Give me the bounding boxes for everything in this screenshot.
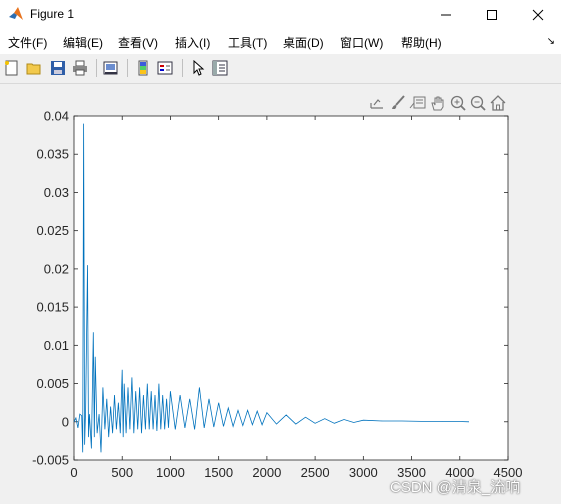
pan-icon <box>431 96 444 111</box>
y-tick-label: 0.02 <box>44 261 69 276</box>
y-tick-label: 0.035 <box>36 147 69 162</box>
y-tick-labels: -0.005 0 0.005 0.01 0.015 0.02 0.025 0.03 0.035 0… <box>32 109 69 468</box>
data-tips-button[interactable] <box>409 94 427 112</box>
zoom-in-icon <box>450 95 466 111</box>
axes-toolbar <box>368 94 508 114</box>
x-tick-label: 3000 <box>349 465 378 480</box>
x-tick-label: 2000 <box>252 465 281 480</box>
data-tips-icon <box>409 96 426 109</box>
x-tick-label: 2500 <box>301 465 330 480</box>
x-tick-label: 1500 <box>204 465 233 480</box>
axes-box <box>73 115 509 461</box>
watermark-text: CSDN @清泉_流响 <box>390 479 521 496</box>
y-tick-label: 0.01 <box>44 338 69 353</box>
y-tick-label: 0.03 <box>44 185 69 200</box>
y-tick-label: 0 <box>62 414 69 429</box>
brush-button[interactable] <box>389 94 407 112</box>
home-icon <box>490 95 506 111</box>
zoom-in-button[interactable] <box>449 94 467 112</box>
y-tick-label: 0.005 <box>36 376 69 391</box>
pan-button[interactable] <box>429 94 447 112</box>
export-button[interactable] <box>368 94 386 112</box>
y-tick-label: 0.04 <box>44 109 69 124</box>
restore-view-button[interactable] <box>489 94 507 112</box>
export-icon <box>370 99 383 109</box>
plot-area: 0 500 1000 1500 2000 2500 3000 3500 4000 4500 -0.… <box>32 109 522 481</box>
zoom-out-button[interactable] <box>469 94 487 112</box>
y-tick-label: 0.015 <box>36 300 69 315</box>
x-tick-label: 500 <box>111 465 133 480</box>
x-tick-label: 1000 <box>156 465 185 480</box>
y-tick-label: 0.025 <box>36 223 69 238</box>
brush-icon <box>392 95 405 109</box>
x-tick-label: 0 <box>70 465 77 480</box>
zoom-out-icon <box>470 95 486 111</box>
y-tick-label: -0.005 <box>32 453 69 468</box>
